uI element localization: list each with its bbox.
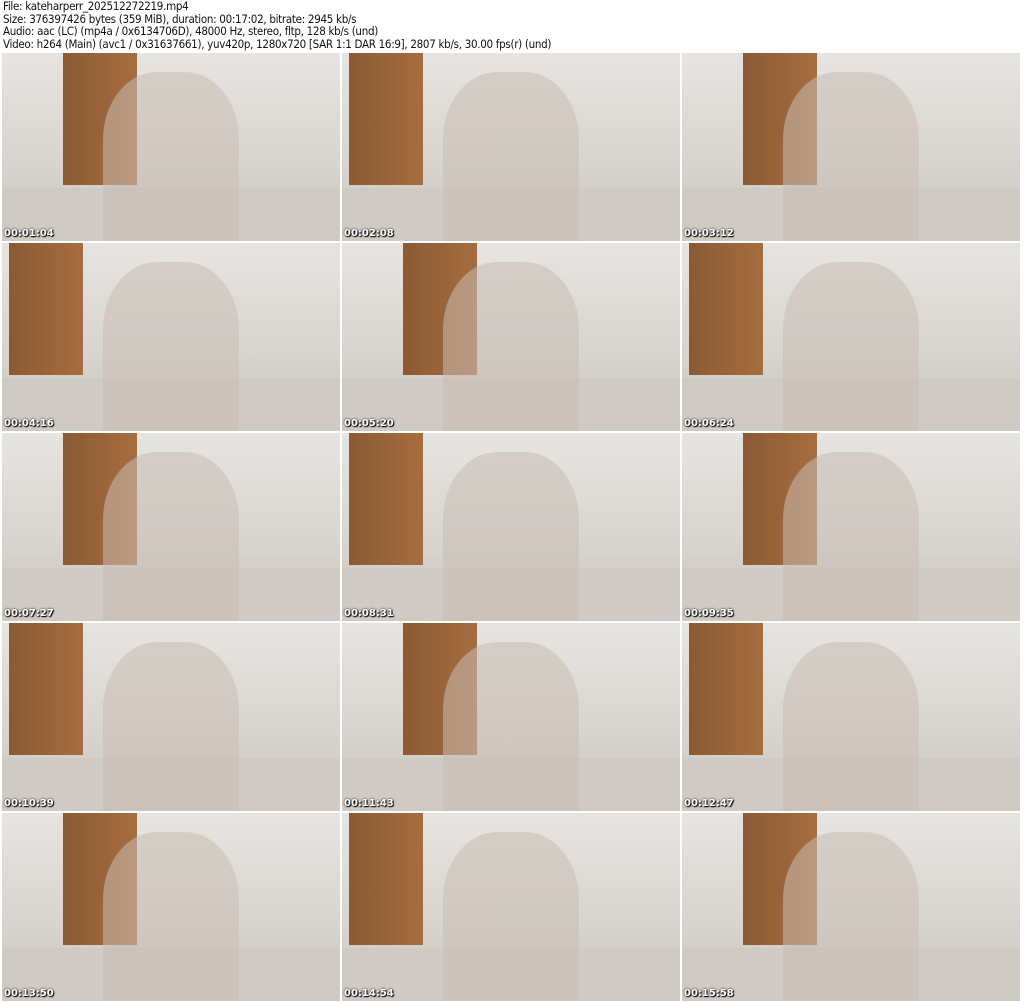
video-thumbnail[interactable]: 00:01:04	[2, 53, 340, 241]
thumbnail-background	[348, 433, 424, 565]
video-thumbnail[interactable]: 00:10:39	[2, 623, 340, 811]
video-info: Video: h264 (Main) (avc1 / 0x31637661), …	[3, 36, 552, 51]
thumbnail-subject-placeholder	[783, 261, 919, 431]
timestamp: 00:14:54	[344, 988, 394, 999]
file-info-header: File: kateharperr_202512272219.mp4 Size:…	[3, 0, 551, 50]
thumbnail-background	[688, 243, 764, 375]
video-thumbnail[interactable]: 00:15:58	[682, 813, 1020, 1001]
video-thumbnail[interactable]: 00:07:27	[2, 433, 340, 621]
thumbnail-subject-placeholder	[443, 451, 579, 621]
video-thumbnail[interactable]: 00:02:08	[342, 53, 680, 241]
timestamp: 00:02:08	[344, 228, 394, 239]
timestamp: 00:09:35	[684, 608, 734, 619]
file-name: File: kateharperr_202512272219.mp4	[3, 0, 189, 13]
timestamp: 00:13:50	[4, 988, 54, 999]
video-thumbnail[interactable]: 00:11:43	[342, 623, 680, 811]
video-thumbnail[interactable]: 00:06:24	[682, 243, 1020, 431]
thumbnail-background	[348, 813, 424, 945]
timestamp: 00:04:16	[4, 418, 54, 429]
thumbnail-subject-placeholder	[103, 451, 239, 621]
timestamp: 00:11:43	[344, 798, 394, 809]
thumbnail-background	[8, 623, 84, 755]
video-thumbnail[interactable]: 00:03:12	[682, 53, 1020, 241]
timestamp: 00:05:20	[344, 418, 394, 429]
timestamp: 00:10:39	[4, 798, 54, 809]
audio-info: Audio: aac (LC) (mp4a / 0x6134706D), 480…	[3, 24, 378, 38]
thumbnail-subject-placeholder	[783, 641, 919, 811]
thumbnail-subject-placeholder	[103, 831, 239, 1001]
thumbnail-subject-placeholder	[783, 451, 919, 621]
video-thumbnail[interactable]: 00:14:54	[342, 813, 680, 1001]
timestamp: 00:03:12	[684, 228, 734, 239]
thumbnail-subject-placeholder	[443, 641, 579, 811]
thumbnail-subject-placeholder	[103, 71, 239, 241]
thumbnail-subject-placeholder	[783, 831, 919, 1001]
video-thumbnail[interactable]: 00:04:16	[2, 243, 340, 431]
video-thumbnail[interactable]: 00:12:47	[682, 623, 1020, 811]
timestamp: 00:07:27	[4, 608, 54, 619]
timestamp: 00:12:47	[684, 798, 734, 809]
video-thumbnail[interactable]: 00:13:50	[2, 813, 340, 1001]
timestamp: 00:06:24	[684, 418, 734, 429]
thumbnail-grid: 00:01:04 00:02:08 00:03:12 00:04:16 00:05:20…	[2, 53, 1020, 1001]
thumbnail-subject-placeholder	[103, 641, 239, 811]
thumbnail-background	[688, 623, 764, 755]
thumbnail-background	[8, 243, 84, 375]
thumbnail-subject-placeholder	[103, 261, 239, 431]
timestamp: 00:01:04	[4, 228, 54, 239]
thumbnail-subject-placeholder	[783, 71, 919, 241]
video-thumbnail[interactable]: 00:05:20	[342, 243, 680, 431]
thumbnail-background	[348, 53, 424, 185]
video-thumbnail[interactable]: 00:09:35	[682, 433, 1020, 621]
video-thumbnail[interactable]: 00:08:31	[342, 433, 680, 621]
thumbnail-subject-placeholder	[443, 261, 579, 431]
thumbnail-subject-placeholder	[443, 831, 579, 1001]
timestamp: 00:08:31	[344, 608, 394, 619]
thumbnail-subject-placeholder	[443, 71, 579, 241]
timestamp: 00:15:58	[684, 988, 734, 999]
